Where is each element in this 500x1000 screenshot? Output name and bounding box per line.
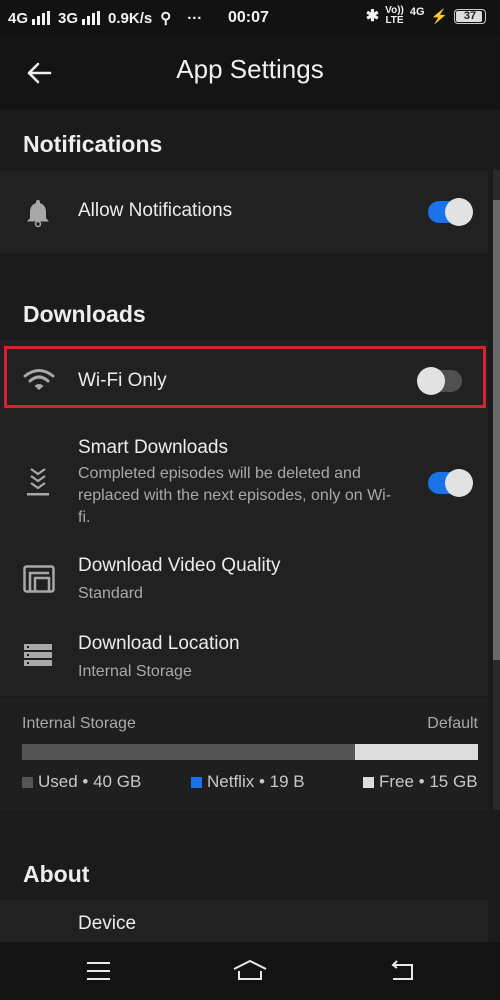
home-icon bbox=[233, 959, 267, 980]
device-row[interactable]: Device bbox=[0, 900, 488, 942]
notifications-card: Allow Notifications bbox=[0, 171, 488, 253]
about-card: Device bbox=[0, 900, 488, 942]
scrollbar-thumb[interactable] bbox=[493, 200, 500, 660]
legend-used-swatch bbox=[22, 776, 33, 788]
page-title: App Settings bbox=[176, 54, 324, 84]
wifi-only-highlight-box bbox=[4, 346, 486, 408]
app-bar: App Settings bbox=[0, 36, 500, 110]
charging-icon: ⚡ bbox=[430, 7, 448, 24]
video-quality-row[interactable]: Download Video Quality Standard bbox=[0, 545, 488, 615]
toggle-knob bbox=[445, 469, 473, 497]
download-location-row[interactable]: Download Location Internal Storage bbox=[0, 623, 488, 693]
allow-notifications-label: Allow Notifications bbox=[78, 200, 233, 221]
smart-downloads-row[interactable]: Smart Downloads Completed episodes will … bbox=[0, 425, 488, 526]
notifications-heading: Notifications bbox=[23, 131, 163, 157]
lte-label: LTE bbox=[385, 15, 404, 26]
toggle-knob bbox=[445, 198, 473, 226]
downloads-heading: Downloads bbox=[23, 301, 146, 327]
legend-netflix-swatch bbox=[191, 776, 202, 788]
video-quality-icon bbox=[23, 565, 55, 593]
storage-icon bbox=[24, 644, 52, 666]
battery-level: 37 bbox=[463, 9, 477, 22]
menu-icon bbox=[87, 962, 110, 980]
bluetooth-icon: ✱ bbox=[365, 8, 380, 25]
battery-icon: 37 bbox=[454, 8, 486, 24]
smart-downloads-description: Completed episodes will be deleted and r… bbox=[78, 465, 392, 526]
video-quality-label: Download Video Quality bbox=[78, 555, 281, 576]
about-heading: About bbox=[23, 861, 90, 887]
volte-indicator: Vo)) LTE bbox=[385, 6, 404, 26]
smart-downloads-toggle[interactable] bbox=[428, 469, 473, 497]
allow-notifications-toggle[interactable] bbox=[428, 198, 473, 226]
legend-used: Used • 40 GB bbox=[22, 772, 141, 792]
more-notifications-icon: ··· bbox=[187, 9, 203, 27]
home-button[interactable] bbox=[232, 958, 268, 984]
smart-downloads-icon bbox=[27, 468, 49, 496]
video-quality-value: Standard bbox=[78, 585, 143, 602]
signal-icon-2 bbox=[82, 11, 101, 25]
storage-bar bbox=[22, 744, 478, 760]
legend-used-label: Used • 40 GB bbox=[38, 772, 142, 791]
network-type-2: 3G bbox=[58, 9, 79, 27]
signal-icon-1 bbox=[32, 11, 51, 25]
system-back-button[interactable] bbox=[388, 958, 418, 984]
storage-default-badge: Default bbox=[427, 715, 478, 732]
legend-netflix-label: Netflix • 19 B bbox=[207, 772, 305, 791]
navigation-bar bbox=[0, 942, 500, 1000]
smart-downloads-label: Smart Downloads bbox=[78, 437, 228, 458]
device-label: Device bbox=[78, 913, 137, 934]
legend-free-swatch bbox=[363, 776, 374, 788]
menu-button[interactable] bbox=[84, 958, 114, 984]
status-bar: 4G 3G 0.9K/s ⚲ ··· 00:07 ✱ Vo)) LTE 4G ⚡… bbox=[0, 0, 500, 36]
data-type: 4G bbox=[409, 6, 425, 18]
allow-notifications-row[interactable]: Allow Notifications bbox=[0, 171, 488, 253]
usb-icon: ⚲ bbox=[160, 10, 172, 27]
storage-title: Internal Storage bbox=[22, 715, 136, 732]
download-location-value: Internal Storage bbox=[78, 663, 192, 680]
bell-icon bbox=[27, 200, 49, 228]
back-icon bbox=[391, 960, 413, 980]
download-location-label: Download Location bbox=[78, 633, 240, 654]
legend-free: Free • 15 GB bbox=[363, 772, 478, 792]
legend-free-label: Free • 15 GB bbox=[379, 772, 478, 791]
legend-netflix: Netflix • 19 B bbox=[191, 772, 305, 792]
network-type-1: 4G bbox=[8, 9, 29, 27]
storage-used-fill bbox=[22, 744, 355, 760]
network-speed: 0.9K/s bbox=[108, 9, 153, 27]
clock: 00:07 bbox=[228, 9, 269, 26]
